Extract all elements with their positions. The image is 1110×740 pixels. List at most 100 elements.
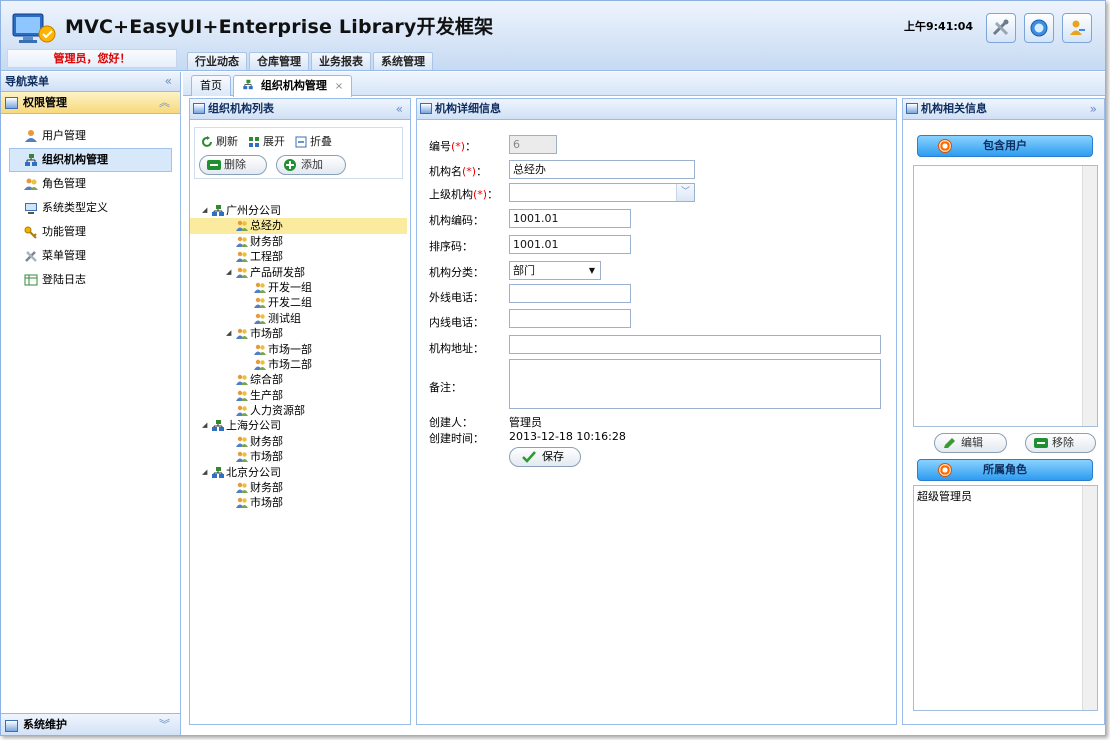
role-item[interactable]: 超级管理员	[914, 486, 1097, 506]
tree-node[interactable]: 工程部	[190, 249, 407, 264]
tree-node-label: 市场部	[250, 450, 283, 464]
users-header-bar: 包含用户	[917, 135, 1093, 157]
nav-item-login-log[interactable]: 登陆日志	[9, 268, 172, 292]
chevron-up-icon[interactable]: ︽	[159, 92, 170, 113]
nav-item-functions[interactable]: 功能管理	[9, 220, 172, 244]
parent-select[interactable]: ﹀	[509, 183, 695, 202]
roles-list-scrollbar[interactable]	[1082, 486, 1097, 710]
remove-button[interactable]: 移除	[1025, 433, 1096, 453]
nav-item-label: 角色管理	[42, 177, 86, 190]
expand-arrow-icon[interactable]: ◢	[202, 203, 207, 218]
collapse-left-icon[interactable]: «	[396, 99, 403, 119]
tab-org-management[interactable]: 组织机构管理 ×	[233, 75, 353, 97]
collapse-left-icon[interactable]: «	[165, 72, 172, 91]
department-icon	[236, 498, 248, 509]
id-field[interactable]: 6	[509, 135, 557, 154]
nav-item-org[interactable]: 组织机构管理	[9, 148, 172, 172]
tree-node-label: 开发一组	[268, 280, 312, 294]
tree-node[interactable]: 市场一部	[190, 342, 407, 357]
code-field[interactable]: 1001.01	[509, 209, 631, 228]
delete-button[interactable]: 删除	[199, 155, 267, 175]
nav-item-users[interactable]: 用户管理	[9, 124, 172, 148]
tree-node[interactable]: ◢ 北京分公司	[190, 465, 407, 480]
users-list[interactable]	[913, 165, 1098, 427]
nav-item-menus[interactable]: 菜单管理	[9, 244, 172, 268]
expand-button[interactable]: 展开	[248, 133, 285, 149]
tree-node[interactable]: ◢ 上海分公司	[190, 418, 407, 433]
tools-button[interactable]	[986, 13, 1016, 43]
tab-label: 组织机构管理	[260, 79, 327, 92]
tree-node-label: 开发二组	[268, 296, 312, 310]
topnav-item-system[interactable]: 系统管理	[373, 52, 433, 70]
accordion-header-maintenance[interactable]: 系统维护 ︾	[1, 713, 180, 735]
topnav-item-reports[interactable]: 业务报表	[311, 52, 371, 70]
department-icon	[254, 344, 266, 355]
roles-list[interactable]: 超级管理员	[913, 485, 1098, 711]
close-icon[interactable]: ×	[335, 81, 343, 92]
tree-node[interactable]: ◢ 广州分公司	[190, 203, 407, 218]
category-select[interactable]: 部门 ▼	[509, 261, 601, 280]
collapse-button[interactable]: 折叠	[295, 133, 332, 149]
save-label: 保存	[542, 450, 564, 463]
left-nav-header: 导航菜单 «	[1, 72, 180, 92]
tree-node[interactable]: 财务部	[190, 480, 407, 495]
save-button[interactable]: 保存	[509, 447, 581, 467]
tree-node[interactable]: 开发一组	[190, 280, 407, 295]
nav-item-label: 用户管理	[42, 129, 86, 142]
tree-node[interactable]: 测试组	[190, 311, 407, 326]
monitor-icon	[25, 203, 37, 214]
inner-phone-field[interactable]	[509, 309, 631, 328]
add-button[interactable]: 添加	[276, 155, 346, 175]
tree-node[interactable]: 财务部	[190, 234, 407, 249]
department-icon	[254, 313, 266, 324]
tree-node[interactable]: 财务部	[190, 434, 407, 449]
expand-arrow-icon[interactable]: ◢	[226, 265, 231, 280]
nav-item-system-types[interactable]: 系统类型定义	[9, 196, 172, 220]
expand-arrow-icon[interactable]: ◢	[202, 418, 207, 433]
chevron-down-icon[interactable]: ﹀	[676, 184, 694, 201]
tree-node[interactable]: 开发二组	[190, 295, 407, 310]
tree-node[interactable]: 市场部	[190, 495, 407, 510]
topnav-item-industry[interactable]: 行业动态	[187, 52, 247, 70]
collapse-right-icon[interactable]: »	[1090, 99, 1097, 119]
tree-node[interactable]: 综合部	[190, 372, 407, 387]
org-icon	[25, 154, 37, 166]
chevron-down-icon[interactable]: ︾	[159, 714, 170, 735]
tree-node[interactable]: 市场部	[190, 449, 407, 464]
tab-home[interactable]: 首页	[191, 75, 231, 96]
tree-node[interactable]: ◢ 产品研发部	[190, 265, 407, 280]
users-list-scrollbar[interactable]	[1082, 166, 1097, 426]
topnav-item-warehouse[interactable]: 仓库管理	[249, 52, 309, 70]
address-field[interactable]	[509, 335, 881, 354]
expand-arrow-icon[interactable]: ◢	[202, 465, 207, 480]
orange-circle-icon	[938, 463, 952, 477]
department-icon	[236, 405, 248, 417]
expand-arrow-icon[interactable]: ◢	[226, 326, 231, 341]
edit-button[interactable]: 编辑	[934, 433, 1007, 453]
outer-phone-field[interactable]	[509, 284, 631, 303]
panel-icon	[906, 103, 918, 114]
nav-item-label: 系统类型定义	[42, 201, 108, 214]
tree-node[interactable]: 市场二部	[190, 357, 407, 372]
accordion-title: 系统维护	[23, 718, 67, 731]
logout-button[interactable]	[1062, 13, 1092, 43]
about-button[interactable]	[1024, 13, 1054, 43]
refresh-button[interactable]: 刷新	[201, 133, 238, 149]
nav-item-roles[interactable]: 角色管理	[9, 172, 172, 196]
tools-icon	[25, 251, 37, 262]
accordion-header-permissions[interactable]: 权限管理 ︽	[1, 92, 180, 114]
minus-box-icon	[295, 136, 307, 148]
department-icon	[236, 452, 248, 463]
panel-icon	[193, 103, 205, 114]
tree-node[interactable]: 人力资源部	[190, 403, 407, 418]
creator-value: 管理员	[509, 416, 542, 429]
tree-node[interactable]: 生产部	[190, 388, 407, 403]
dropdown-arrow-icon[interactable]: ▼	[589, 262, 595, 279]
tree-node[interactable]: ◢ 市场部	[190, 326, 407, 341]
tree-node-label: 生产部	[250, 388, 283, 402]
name-field[interactable]: 总经办	[509, 160, 695, 179]
remark-textarea[interactable]	[509, 359, 881, 409]
tree-node[interactable]: 总经办	[190, 218, 407, 234]
sort-field[interactable]: 1001.01	[509, 235, 631, 254]
tree-node-label: 市场一部	[268, 342, 312, 356]
